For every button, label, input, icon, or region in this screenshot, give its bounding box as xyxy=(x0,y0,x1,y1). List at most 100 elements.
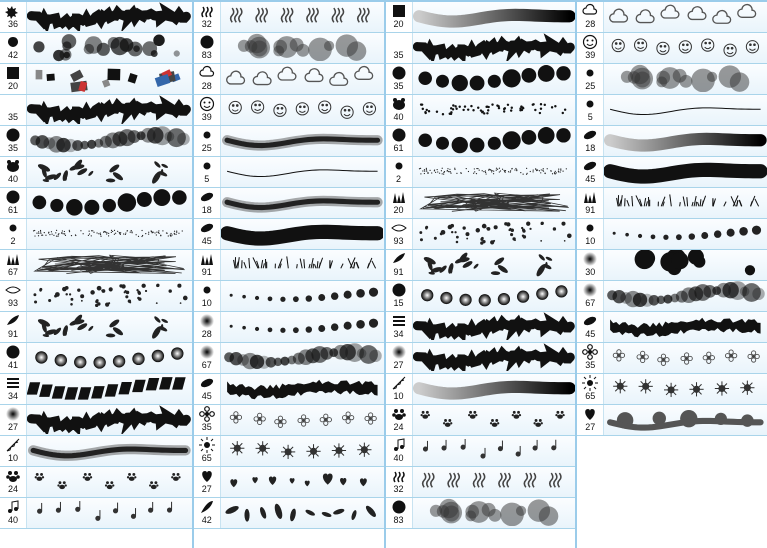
brush-row[interactable]: 34 xyxy=(386,312,576,343)
brush-row[interactable]: 39 xyxy=(194,95,384,126)
brush-stroke-sample xyxy=(221,312,384,342)
brush-row[interactable]: 83 xyxy=(194,33,384,64)
brush-row[interactable]: 28 xyxy=(194,312,384,343)
brush-row[interactable]: 91 xyxy=(386,250,576,281)
brush-tip-icon xyxy=(5,158,21,174)
brush-row[interactable]: 18 xyxy=(194,188,384,219)
brush-row[interactable]: 93 xyxy=(0,281,192,312)
brush-row[interactable]: 34 xyxy=(0,374,192,405)
brush-row[interactable]: 28 xyxy=(194,64,384,95)
brush-thumb-cell: 25 xyxy=(577,64,604,94)
brush-thumb-cell: 83 xyxy=(194,33,221,63)
brush-thumb-cell: 40 xyxy=(386,95,413,125)
brush-row[interactable]: 67 xyxy=(577,281,767,312)
brush-stroke-sample xyxy=(27,188,192,218)
brush-stroke-sample xyxy=(27,33,192,63)
brush-tip-icon xyxy=(5,313,21,329)
brush-row[interactable]: 10 xyxy=(386,374,576,405)
brush-thumb-cell: 65 xyxy=(577,374,604,404)
brush-size-label: 18 xyxy=(202,205,212,215)
brush-row[interactable]: 35 xyxy=(194,405,384,436)
brush-row[interactable]: 40 xyxy=(386,95,576,126)
brush-row[interactable]: 32 xyxy=(386,467,576,498)
brush-size-label: 28 xyxy=(202,81,212,91)
brush-tip-icon xyxy=(582,34,598,50)
brush-row[interactable]: 24 xyxy=(386,405,576,436)
brush-row[interactable]: 35 xyxy=(0,126,192,157)
brush-row[interactable]: 93 xyxy=(386,219,576,250)
brush-size-label: 34 xyxy=(8,391,18,401)
brush-stroke-sample xyxy=(221,343,384,373)
brush-row[interactable]: 45 xyxy=(194,219,384,250)
brush-row[interactable]: 5 xyxy=(194,157,384,188)
brush-size-label: 27 xyxy=(393,360,403,370)
brush-row[interactable]: 91 xyxy=(577,188,767,219)
brush-row[interactable]: 27 xyxy=(577,405,767,436)
brush-row[interactable]: 61 xyxy=(386,126,576,157)
brush-row[interactable]: 10 xyxy=(0,436,192,467)
brush-row[interactable]: 91 xyxy=(0,312,192,343)
brush-row[interactable]: 67 xyxy=(194,343,384,374)
brush-stroke-sample xyxy=(413,405,576,435)
brush-row[interactable]: 2 xyxy=(386,157,576,188)
brush-row[interactable]: 28 xyxy=(577,2,767,33)
brush-row[interactable]: 41 xyxy=(0,343,192,374)
brush-thumb-cell: 91 xyxy=(386,250,413,280)
brush-size-label: 10 xyxy=(585,236,595,246)
brush-row[interactable]: 67 xyxy=(0,250,192,281)
brush-row[interactable]: 10 xyxy=(577,219,767,250)
brush-size-label: 28 xyxy=(202,329,212,339)
brush-row[interactable]: 91 xyxy=(194,250,384,281)
brush-row[interactable]: 42 xyxy=(194,498,384,529)
brush-stroke-sample xyxy=(27,374,192,404)
brush-row[interactable]: 20 xyxy=(0,64,192,95)
brush-thumb-cell: 10 xyxy=(577,219,604,249)
brush-thumb-cell: 67 xyxy=(577,281,604,311)
brush-tip-icon xyxy=(5,282,21,298)
brush-size-label: 61 xyxy=(8,205,18,215)
brush-row[interactable]: 25 xyxy=(577,64,767,95)
brush-row[interactable]: 35 xyxy=(386,33,576,64)
brush-row[interactable]: 65 xyxy=(194,436,384,467)
brush-size-label: 35 xyxy=(202,422,212,432)
brush-row[interactable]: 20 xyxy=(386,188,576,219)
brush-row[interactable]: 40 xyxy=(0,157,192,188)
brush-thumb-cell: 35 xyxy=(386,64,413,94)
brush-row[interactable]: 40 xyxy=(0,498,192,529)
brush-row[interactable]: 30 xyxy=(577,250,767,281)
brush-row[interactable]: 61 xyxy=(0,188,192,219)
brush-row[interactable]: 45 xyxy=(577,157,767,188)
brush-row[interactable]: 36 xyxy=(0,2,192,33)
brush-row[interactable]: 39 xyxy=(577,33,767,64)
brush-row[interactable]: 27 xyxy=(0,405,192,436)
brush-row[interactable]: 20 xyxy=(386,2,576,33)
brush-row[interactable]: 83 xyxy=(386,498,576,529)
brush-size-label: 65 xyxy=(202,453,212,463)
brush-stroke-sample xyxy=(221,374,384,404)
brush-tip-icon xyxy=(582,65,598,81)
brush-thumb-cell: 91 xyxy=(577,188,604,218)
brush-row[interactable]: 25 xyxy=(194,126,384,157)
brush-row[interactable]: 42 xyxy=(0,33,192,64)
brush-row[interactable]: 15 xyxy=(386,281,576,312)
brush-row[interactable]: 65 xyxy=(577,374,767,405)
brush-row[interactable]: 2 xyxy=(0,219,192,250)
brush-row[interactable]: 35 xyxy=(386,64,576,95)
brush-row[interactable]: 24 xyxy=(0,467,192,498)
brush-size-label: 30 xyxy=(585,267,595,277)
brush-row[interactable]: 32 xyxy=(194,2,384,33)
brush-size-label: 35 xyxy=(8,112,18,122)
brush-row[interactable]: 10 xyxy=(194,281,384,312)
brush-row[interactable]: 27 xyxy=(194,467,384,498)
brush-row[interactable]: 5 xyxy=(577,95,767,126)
brush-row[interactable]: 18 xyxy=(577,126,767,157)
brush-row[interactable]: 27 xyxy=(386,343,576,374)
brush-stroke-sample xyxy=(27,312,192,342)
brush-row[interactable]: 35 xyxy=(0,95,192,126)
brush-stroke-sample xyxy=(413,250,576,280)
brush-size-label: 91 xyxy=(202,267,212,277)
brush-row[interactable]: 45 xyxy=(577,312,767,343)
brush-row[interactable]: 40 xyxy=(386,436,576,467)
brush-row[interactable]: 35 xyxy=(577,343,767,374)
brush-row[interactable]: 45 xyxy=(194,374,384,405)
